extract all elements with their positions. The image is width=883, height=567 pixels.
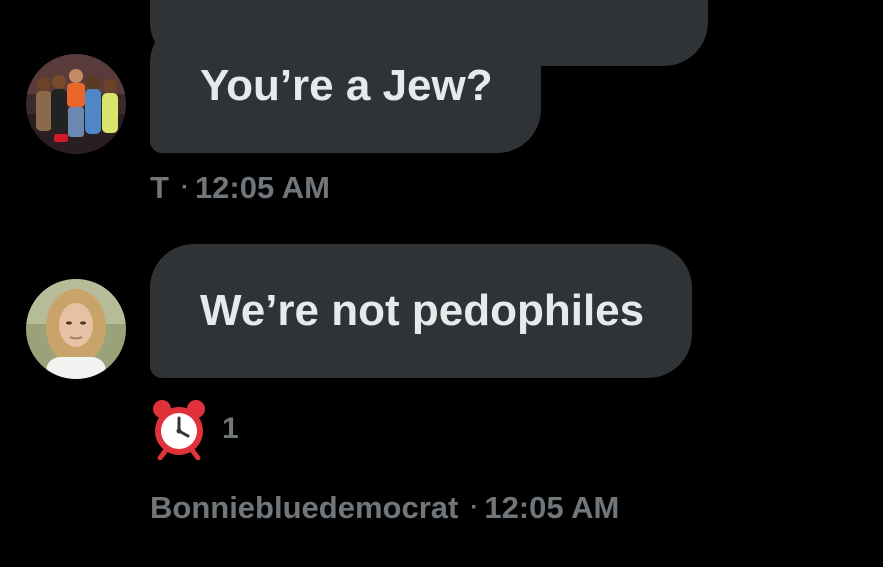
message-timestamp: 12:05 AM bbox=[484, 490, 620, 525]
group-photo-icon bbox=[26, 54, 126, 154]
sender-name[interactable]: Bonniebluedemocrat bbox=[150, 490, 458, 526]
profile-photo-icon bbox=[26, 279, 126, 379]
message-meta: T · 12:05 AM bbox=[150, 170, 330, 206]
message-timestamp: 12:05 AM bbox=[194, 170, 330, 205]
message-text: You’re a Jew? bbox=[200, 61, 493, 110]
meta-separator: · bbox=[180, 174, 189, 201]
reaction-count: 1 bbox=[222, 412, 239, 445]
alarm-clock-icon bbox=[153, 400, 205, 460]
message-bubble[interactable]: You’re a Jew? bbox=[150, 19, 541, 153]
sender-avatar-profile-photo[interactable] bbox=[26, 279, 126, 379]
sender-name[interactable]: T bbox=[150, 170, 169, 206]
message-text: We’re not pedophiles bbox=[200, 286, 645, 335]
sender-avatar-group-photo[interactable] bbox=[26, 54, 126, 154]
message-bubble[interactable]: We’re not pedophiles bbox=[150, 244, 693, 378]
meta-separator: · bbox=[470, 494, 479, 521]
message-meta: Bonniebluedemocrat · 12:05 AM bbox=[150, 490, 619, 526]
message-reaction[interactable]: 1 bbox=[148, 398, 239, 460]
